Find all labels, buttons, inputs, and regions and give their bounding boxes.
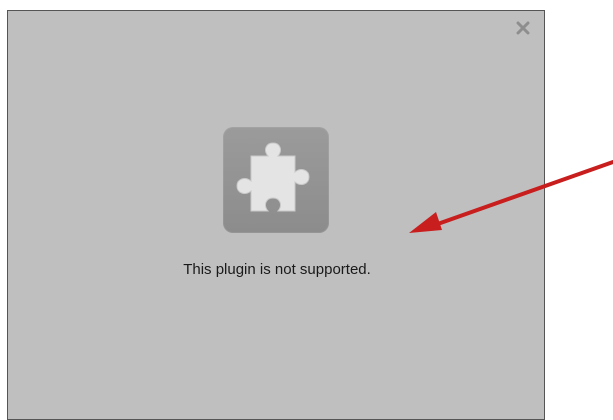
unsupported-plugin-message: This plugin is not supported.: [183, 261, 371, 278]
puzzle-piece-icon: [236, 142, 310, 212]
plugin-placeholder: This plugin is not supported.: [7, 10, 545, 420]
close-icon[interactable]: [516, 21, 530, 35]
plugin-icon-tile: [223, 127, 329, 233]
